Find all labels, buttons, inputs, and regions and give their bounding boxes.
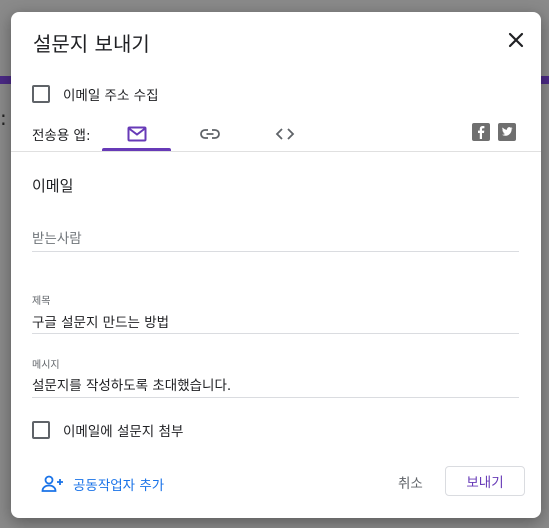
- add-person-icon: [41, 475, 63, 492]
- tab-link[interactable]: [194, 116, 226, 152]
- email-section-title: 이메일: [32, 177, 74, 195]
- background-accent-strip: [540, 76, 549, 84]
- close-button[interactable]: [505, 29, 527, 51]
- subject-underline: [32, 333, 519, 334]
- message-label: 메시지: [32, 360, 60, 371]
- facebook-share-button[interactable]: [472, 123, 490, 141]
- subject-label: 제목: [32, 296, 51, 307]
- add-collaborators-button[interactable]: 공동작업자 추가: [41, 474, 164, 494]
- background-fragment: :: [0, 106, 7, 130]
- collect-email-checkbox[interactable]: [32, 85, 50, 103]
- link-icon: [200, 129, 220, 139]
- tab-divider: [11, 151, 541, 152]
- facebook-icon: [478, 126, 485, 139]
- message-input[interactable]: 설문지를 작성하도록 초대했습니다.: [32, 374, 519, 397]
- tab-embed[interactable]: [269, 116, 301, 152]
- recipients-underline: [32, 251, 519, 252]
- message-field[interactable]: 메시지 설문지를 작성하도록 초대했습니다.: [32, 356, 519, 398]
- attach-form-checkbox-row[interactable]: 이메일에 설문지 첨부: [32, 420, 183, 440]
- close-icon: [508, 32, 524, 48]
- subject-input[interactable]: 구글 설문지 만드는 방법: [32, 311, 519, 333]
- twitter-icon: [501, 127, 513, 136]
- tab-email[interactable]: [102, 116, 171, 152]
- cancel-button[interactable]: 취소: [398, 472, 423, 492]
- collect-email-checkbox-row[interactable]: 이메일 주소 수집: [32, 84, 159, 104]
- send-form-dialog: 설문지 보내기 이메일 주소 수집 전송용 앱: 이메일 받는사람 제목 구글 …: [11, 12, 541, 518]
- recipients-field[interactable]: 받는사람: [32, 227, 519, 252]
- twitter-share-button[interactable]: [498, 123, 516, 141]
- attach-form-label: 이메일에 설문지 첨부: [63, 424, 184, 440]
- email-icon: [127, 126, 146, 142]
- subject-field[interactable]: 제목 구글 설문지 만드는 방법: [32, 292, 519, 334]
- message-underline: [32, 397, 519, 398]
- send-via-label: 전송용 앱:: [32, 128, 91, 144]
- add-collaborators-label: 공동작업자 추가: [73, 478, 165, 494]
- recipients-input[interactable]: 받는사람: [32, 227, 519, 251]
- collect-email-label: 이메일 주소 수집: [63, 88, 159, 104]
- dialog-title: 설문지 보내기: [33, 32, 150, 56]
- attach-form-checkbox[interactable]: [32, 421, 50, 439]
- send-button[interactable]: 보내기: [445, 466, 525, 496]
- embed-icon: [275, 128, 295, 140]
